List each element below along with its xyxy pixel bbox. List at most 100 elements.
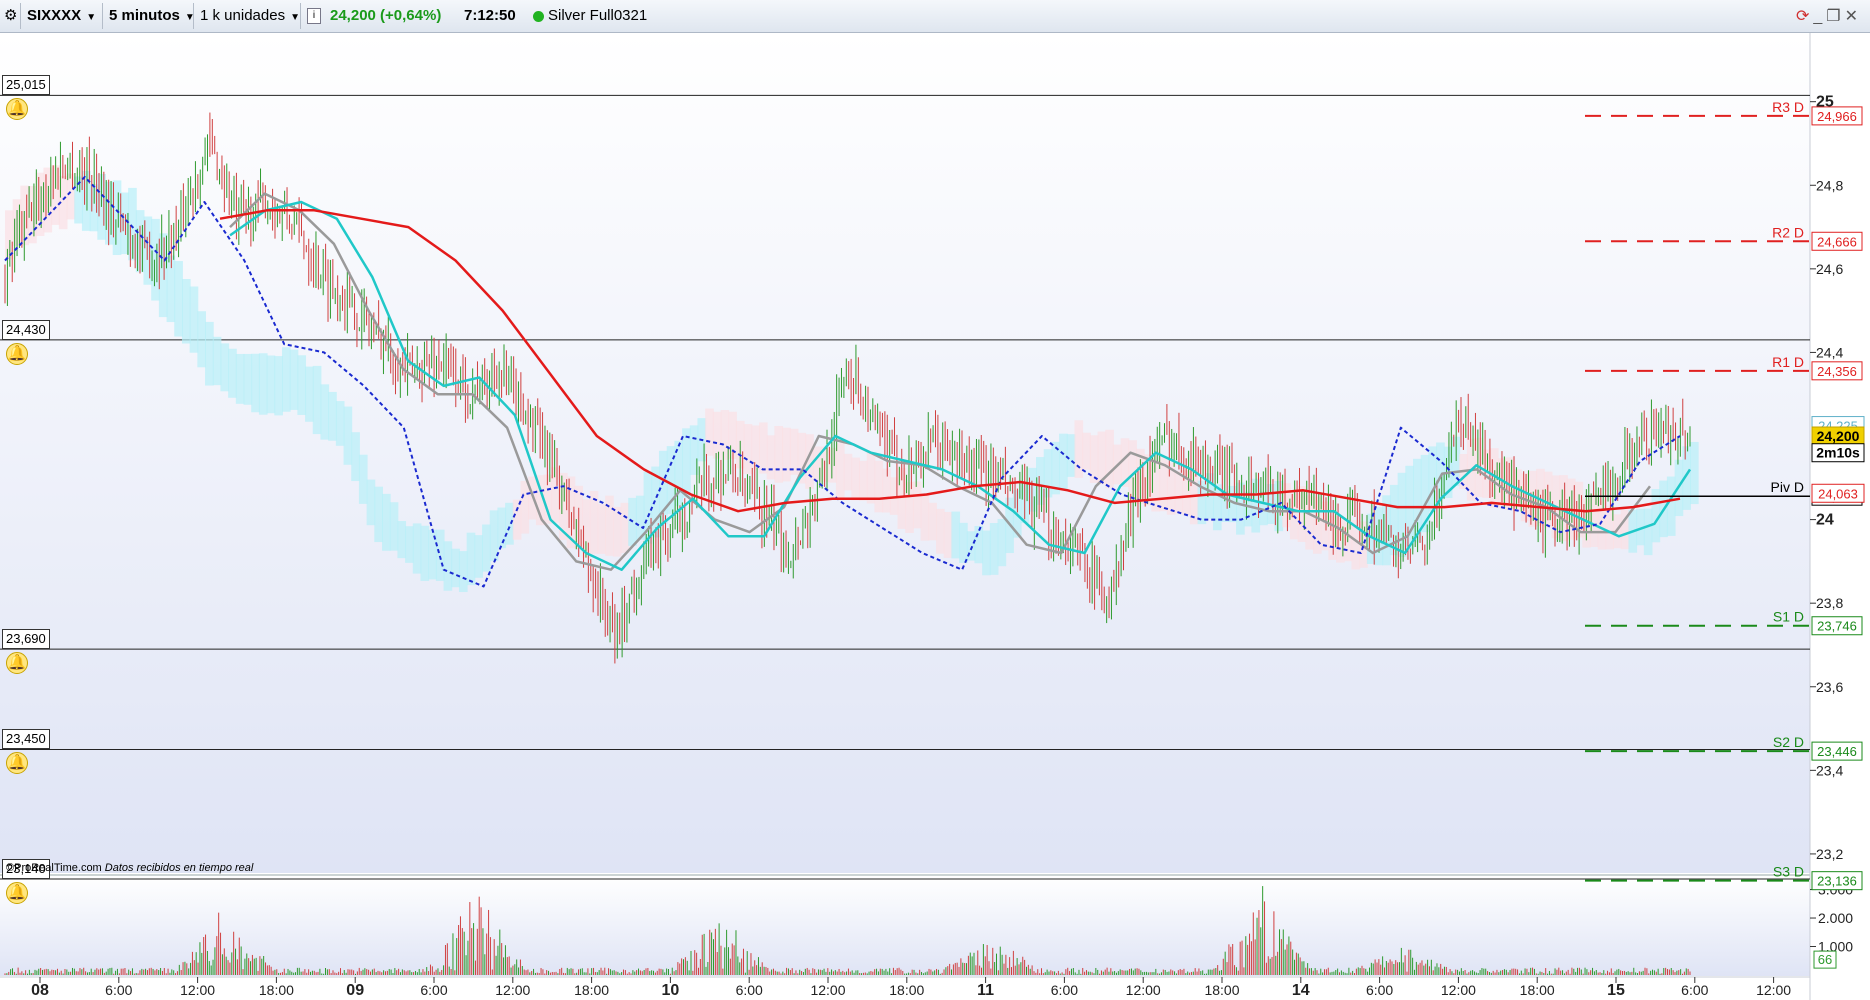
cloud-segment [1690,441,1699,505]
info-icon[interactable]: i [307,4,321,28]
cloud-segment [466,532,476,586]
cloud-segment [328,391,337,441]
level-label[interactable]: 23,690 [2,629,50,650]
y-tick-label: 24,6 [1816,261,1843,277]
volume-last-value: 66 [1818,952,1832,967]
pivot-price-value: 24,356 [1817,364,1857,379]
x-tick-label: 6:00 [105,982,132,998]
menu-icon[interactable]: ⚙ [4,4,17,28]
cloud-segment [1666,476,1676,536]
x-tick-label: 18:00 [889,982,924,998]
alert-bell-icon[interactable]: 🔔 [6,342,28,365]
x-tick-label: 09 [346,982,364,999]
cloud-segment [951,511,961,559]
cloud-segment [181,279,191,344]
cloud-segment [943,511,953,558]
level-label[interactable]: 25,015 [2,75,50,96]
y-tick-label: 23,2 [1816,846,1843,862]
price-tag-value: 2m10s [1816,445,1860,461]
refresh-icon[interactable]: ⟳ [1796,8,1813,25]
cloud-segment [851,457,861,501]
y-tick-label: 23,8 [1816,595,1843,611]
x-tick-label: 18:00 [1520,982,1555,998]
cloud-segment [843,453,853,491]
units-selector[interactable]: 1 k unidades ▼ [200,4,300,28]
cloud-segment [1036,457,1045,505]
cloud-segment [335,401,345,446]
x-tick-label: 12:00 [495,982,530,998]
x-tick-label: 6:00 [736,982,763,998]
cloud-segment [228,348,237,398]
timeframe-selector[interactable]: 5 minutos ▼ [109,4,195,28]
price-tag-value: 24,200 [1817,428,1860,444]
cloud-segment [405,526,414,563]
cloud-segment [251,353,260,413]
cloud-segment [343,406,353,465]
cloud-segment [928,502,937,541]
price-chart[interactable]: 3.0002.0001.00066 R3 D24,966R2 D24,666R1… [0,33,1870,1000]
y-tick-label: 24,4 [1816,344,1843,360]
cloud-segment [197,311,207,368]
level-label[interactable]: 24,430 [2,319,50,340]
x-tick-label: 12:00 [1756,982,1791,998]
x-tick-label: 6:00 [420,982,447,998]
close-icon[interactable]: ✕ [1845,8,1862,25]
x-tick-label: 12:00 [1126,982,1161,998]
cloud-segment [112,180,122,256]
clock-time: 7:12:50 [464,7,516,24]
cloud-segment [435,529,445,581]
y-tick-label: 25 [1816,94,1834,111]
cloud-segment [474,535,483,578]
cloud-segment [366,479,376,526]
account-label: Silver Full0321 [548,7,648,24]
cloud-segment [982,530,991,576]
cloud-segment [205,321,214,386]
cloud-segment [220,343,230,392]
pivot-price-value: 23,446 [1817,744,1857,759]
cloud-segment [174,261,183,337]
cloud-segment [1059,433,1068,490]
x-tick-label: 6:00 [1366,982,1393,998]
cloud-segment [859,460,868,501]
chart-toolbar: ⚙ SIXXXX ▼ 5 minutos ▼ 1 k unidades ▼ i 24,… [0,0,1870,33]
cloud-segment [1428,446,1438,512]
minimize-icon[interactable]: _ [1813,8,1826,25]
y-tick-label: 23,4 [1816,762,1843,778]
cloud-segment [597,504,607,554]
cloud-segment [743,424,753,474]
cloud-segment [1174,470,1184,514]
cloud-segment [1597,500,1607,550]
price-tag-value: 24,063 [1818,486,1858,501]
symbol-label: SIXXXX [27,7,82,24]
cloud-segment [266,355,276,414]
cloud-segment [789,428,799,475]
volume-panel-bg [0,876,1810,976]
volume-y-tick-label: 2.000 [1818,910,1853,926]
alert-bell-icon[interactable]: 🔔 [6,652,28,675]
cloud-segment [1043,449,1053,498]
cloud-segment [997,518,1007,567]
x-tick-label: 12:00 [180,982,215,998]
restore-icon[interactable]: ❐ [1826,8,1844,25]
cloud-segment [420,525,430,581]
cloud-segment [766,435,776,480]
x-tick-label: 12:00 [810,982,845,998]
pivot-name: S3 D [1773,864,1804,880]
x-tick-label: 18:00 [574,982,609,998]
alert-bell-icon[interactable]: 🔔 [6,882,28,904]
cloud-segment [774,425,784,483]
cloud-segment [712,411,722,459]
cloud-segment [312,365,322,435]
realtime-label: Datos recibidos en tiempo real [104,862,254,874]
cloud-segment [320,384,330,440]
level-label[interactable]: 23,450 [2,729,50,750]
cloud-segment [512,499,522,540]
pivot-price-value: 23,746 [1817,619,1857,634]
cloud-segment [397,521,407,559]
units-label: 1 k unidades [200,7,286,24]
x-tick-label: 14 [1292,982,1310,999]
symbol-selector[interactable]: SIXXXX ▼ [27,4,96,28]
pivot-name: R2 D [1772,224,1804,240]
cloud-segment [189,286,199,353]
pivot-price-value: 23,136 [1817,874,1857,889]
